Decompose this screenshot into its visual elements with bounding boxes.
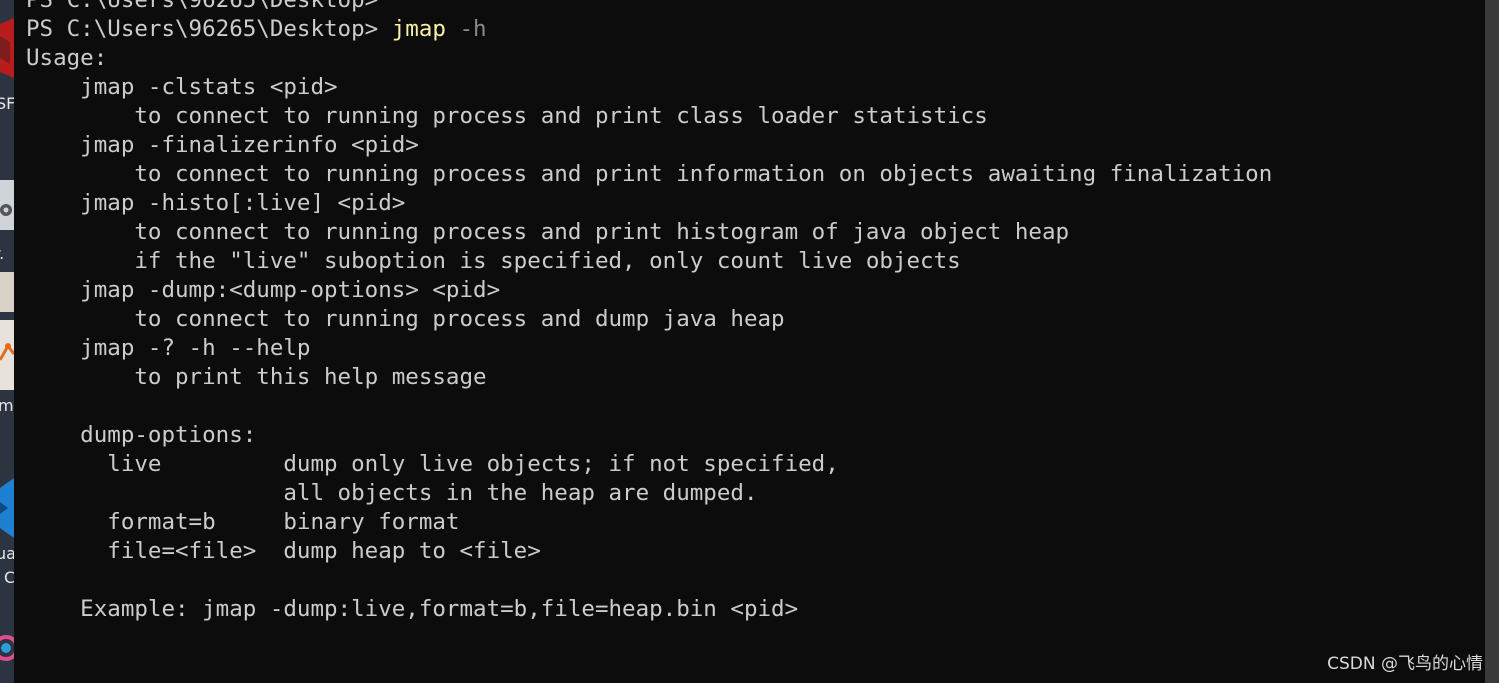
- prompt-line: PS C:\Users\96265\Desktop>: [26, 0, 379, 13]
- output-line: jmap -dump:<dump-options> <pid>: [26, 277, 501, 303]
- output-line: live dump only live objects; if not spec…: [26, 451, 839, 477]
- circle-app-icon[interactable]: [0, 626, 14, 676]
- window-edge: [1485, 0, 1499, 683]
- output-line: to print this help message: [26, 364, 487, 390]
- output-line: Example: jmap -dump:live,format=b,file=h…: [26, 596, 799, 622]
- blue-app-icon[interactable]: [0, 478, 14, 538]
- output-line: jmap -clstats <pid>: [26, 74, 338, 100]
- command-argument: -h: [459, 16, 487, 42]
- output-line: jmap -? -h --help: [26, 335, 311, 361]
- output-line: format=b binary format: [26, 509, 460, 535]
- output-line: jmap -histo[:live] <pid>: [26, 190, 406, 216]
- desktop-label-5: C: [4, 568, 14, 587]
- command-line: PS C:\Users\96265\Desktop> jmap -h: [26, 15, 1272, 44]
- output-line: Usage:: [26, 45, 108, 71]
- orange-app-icon[interactable]: [0, 320, 14, 390]
- prompt: PS C:\Users\96265\Desktop>: [26, 16, 379, 42]
- output-line: dump-options:: [26, 422, 257, 448]
- output-line: all objects in the heap are dumped.: [26, 480, 758, 506]
- watermark: CSDN @飞鸟的心情: [1327, 654, 1483, 674]
- gear-icon[interactable]: [0, 180, 14, 230]
- desktop-label-2: r.: [0, 244, 4, 263]
- desktop-label-4: ua: [0, 544, 14, 563]
- command-name: jmap: [391, 16, 446, 42]
- desktop-label-3: m: [0, 396, 14, 415]
- output-line: file=<file> dump heap to <file>: [26, 538, 541, 564]
- document-icon[interactable]: [0, 272, 14, 312]
- output-line: to connect to running process and print …: [26, 103, 988, 129]
- terminal-window[interactable]: PS C:\Users\96265\Desktop> PS C:\Users\9…: [14, 0, 1485, 671]
- output-line: to connect to running process and print …: [26, 219, 1070, 245]
- output-line: jmap -finalizerinfo <pid>: [26, 132, 419, 158]
- output-line: if the "live" suboption is specified, on…: [26, 248, 961, 274]
- red-app-icon[interactable]: [0, 16, 14, 86]
- desktop-label-1: SF: [0, 94, 14, 113]
- desktop-background: SF r. m ua C: [0, 0, 14, 683]
- output-line: to connect to running process and dump j…: [26, 306, 785, 332]
- output-line: to connect to running process and print …: [26, 161, 1273, 187]
- terminal-output: PS C:\Users\96265\Desktop> PS C:\Users\9…: [26, 0, 1272, 671]
